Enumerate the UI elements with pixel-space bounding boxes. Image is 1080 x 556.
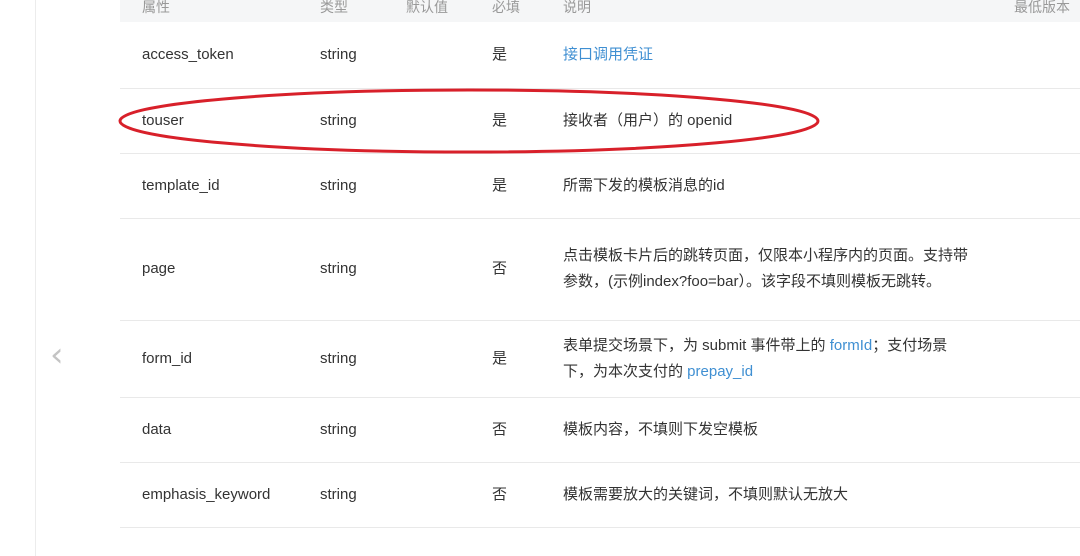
param-default-cell (384, 22, 470, 89)
param-type-cell: string (298, 88, 384, 154)
param-min-version-cell (975, 397, 1080, 463)
param-description-cell: 模板内容，不填则下发空模板 (541, 397, 975, 463)
param-name-cell: access_token (120, 22, 298, 89)
param-min-version-cell (975, 22, 1080, 89)
param-name-cell: page (120, 218, 298, 321)
param-name-cell: template_id (120, 153, 298, 219)
description-link[interactable]: prepay_id (687, 363, 753, 380)
param-default-cell (384, 462, 470, 528)
param-description-cell: 点击模板卡片后的跳转页面，仅限本小程序内的页面。支持带参数，(示例index?f… (541, 218, 975, 321)
param-type-cell: string (298, 320, 384, 398)
table-row: form_id string 是表单提交场景下，为 submit 事件带上的 for… (120, 320, 1080, 398)
table-row: template_id string 是 所需下发的模板消息的id (120, 153, 1080, 219)
param-name-cell: touser (120, 88, 298, 154)
param-min-version-cell (975, 153, 1080, 219)
param-min-version-cell (975, 88, 1080, 154)
param-type-cell: string (298, 153, 384, 219)
table-row: data string 否 模板内容，不填则下发空模板 (120, 397, 1080, 463)
param-type-cell: string (298, 218, 384, 321)
param-required-cell: 是 (470, 88, 541, 154)
description-text: 点击模板卡片后的跳转页面，仅限本小程序内的页面。支持带参数，(示例index?f… (563, 247, 969, 290)
param-required-cell: 否 (470, 218, 541, 321)
param-required-cell: 否 (470, 397, 541, 463)
description-link[interactable]: 接口调用凭证 (563, 46, 653, 63)
table-row: page string 否点击模板卡片后的跳转页面，仅限本小程序内的页面。支持带参数… (120, 218, 1080, 321)
table-row: access_token string 是 接口调用凭证 (120, 22, 1080, 89)
header-description: 说明 (563, 0, 591, 15)
param-min-version-cell (975, 462, 1080, 528)
param-name-cell: data (120, 397, 298, 463)
param-description-cell: 所需下发的模板消息的id (541, 153, 975, 219)
header-min-version: 最低版本 (1014, 0, 1070, 15)
param-min-version-cell (975, 218, 1080, 321)
param-min-version-cell (975, 320, 1080, 398)
header-required: 必填 (492, 0, 520, 15)
table-header-row: 属性 类型 默认值 必填 说明 最低版本 (120, 0, 1080, 22)
param-type-cell: string (298, 397, 384, 463)
param-required-cell: 是 (470, 22, 541, 89)
param-name-cell: emphasis_keyword (120, 462, 298, 528)
param-description-cell: 表单提交场景下，为 submit 事件带上的 formId；支付场景下，为本次支… (541, 320, 975, 398)
header-name: 属性 (142, 0, 170, 15)
description-text: 表单提交场景下，为 submit 事件带上的 (563, 336, 830, 354)
param-description-cell: 模板需要放大的关键词，不填则默认无放大 (541, 462, 975, 528)
params-table: 属性 类型 默认值 必填 说明 最低版本 access_token string 是… (120, 0, 1080, 528)
description-text: 所需下发的模板消息的id (563, 176, 725, 194)
param-required-cell: 是 (470, 320, 541, 398)
param-default-cell (384, 218, 470, 321)
param-description-cell: 接收者（用户）的 openid (541, 88, 975, 154)
description-text: 模板内容，不填则下发空模板 (563, 420, 759, 438)
param-required-cell: 是 (470, 153, 541, 219)
description-text: 模板需要放大的关键词，不填则默认无放大 (563, 485, 849, 503)
param-required-cell: 否 (470, 462, 541, 528)
table-row: emphasis_keyword string 否 模板需要放大的关键词，不填则默认无… (120, 462, 1080, 528)
param-default-cell (384, 397, 470, 463)
param-default-cell (384, 153, 470, 219)
param-description-cell: 接口调用凭证 (541, 22, 975, 89)
description-text: 接收者（用户）的 openid (563, 111, 733, 129)
header-default: 默认值 (406, 0, 448, 15)
param-type-cell: string (298, 22, 384, 89)
chevron-left-icon[interactable]: ‹ (50, 338, 76, 372)
param-name-cell: form_id (120, 320, 298, 398)
description-link[interactable]: formId (830, 337, 873, 354)
param-type-cell: string (298, 462, 384, 528)
left-rail (0, 0, 36, 556)
param-default-cell (384, 88, 470, 154)
params-table-container: 属性 类型 默认值 必填 说明 最低版本 access_token string 是… (120, 0, 1080, 528)
param-default-cell (384, 320, 470, 398)
table-row: touser string 是 接收者（用户）的 openid (120, 88, 1080, 154)
header-type: 类型 (320, 0, 348, 15)
